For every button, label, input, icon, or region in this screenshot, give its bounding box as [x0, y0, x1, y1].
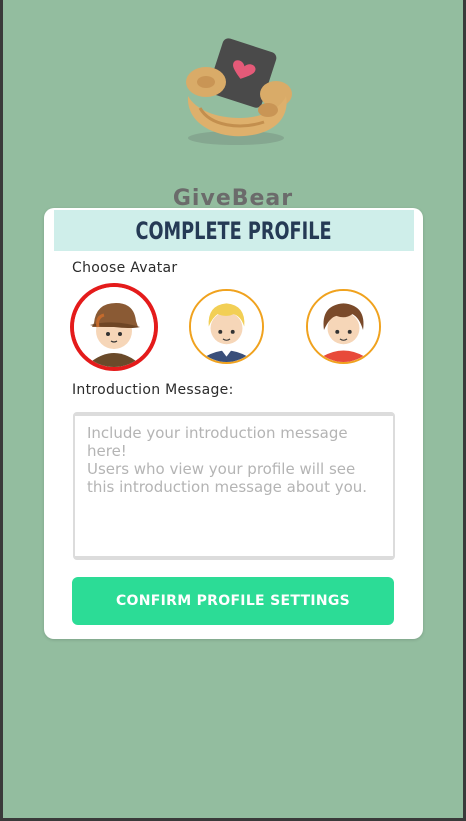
brown-hair-boy-avatar-icon [308, 291, 379, 362]
frame-edge-left [0, 0, 3, 821]
avatar-option-1[interactable] [70, 283, 158, 371]
card-header: COMPLETE PROFILE [54, 210, 414, 251]
intro-message-label: Introduction Message: [72, 382, 234, 398]
avatar-option-2[interactable] [189, 289, 264, 364]
boy-with-cap-avatar-icon [74, 287, 154, 367]
confirm-profile-settings-button[interactable]: CONFIRM PROFILE SETTINGS [72, 577, 394, 625]
avatar-option-3[interactable] [306, 289, 381, 364]
choose-avatar-label: Choose Avatar [72, 260, 178, 276]
card-title: COMPLETE PROFILE [135, 216, 333, 245]
bear-holding-card-icon [186, 38, 292, 145]
complete-profile-card: COMPLETE PROFILE Choose Avatar Introduct… [44, 208, 423, 639]
blond-boy-avatar-icon [191, 291, 262, 362]
givebear-logo: GiveBear [160, 38, 306, 211]
intro-message-input[interactable] [73, 412, 395, 560]
